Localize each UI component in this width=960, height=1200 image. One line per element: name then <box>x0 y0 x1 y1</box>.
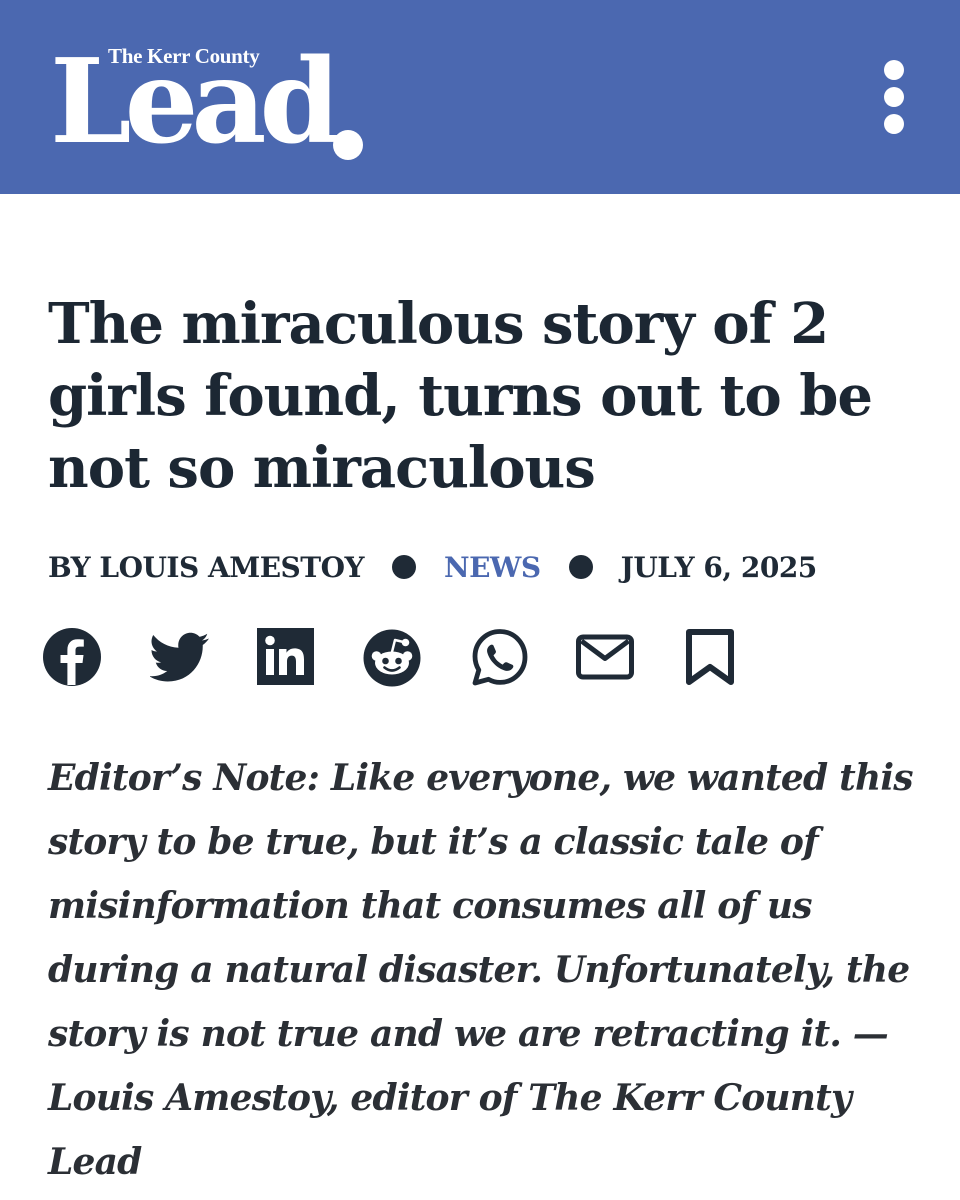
menu-dot <box>884 87 904 107</box>
separator-dot <box>568 555 593 579</box>
site-header: Lead The Kerr County <box>0 0 960 194</box>
bookmark-icon[interactable] <box>680 627 740 687</box>
share-bar <box>42 627 762 689</box>
more-vertical-icon <box>884 60 904 80</box>
more-menu-button[interactable] <box>874 58 914 136</box>
logo-dot <box>333 130 363 160</box>
facebook-icon[interactable] <box>42 627 102 687</box>
article-meta: BY LOUIS AMESTOY NEWS JULY 6, 2025 <box>48 545 817 589</box>
email-icon[interactable] <box>575 627 635 687</box>
category-link[interactable]: NEWS <box>444 551 541 584</box>
byline-author[interactable]: BY LOUIS AMESTOY <box>48 551 364 584</box>
twitter-icon[interactable] <box>150 627 210 687</box>
separator-dot <box>391 555 416 579</box>
logo-tagline: The Kerr County <box>108 44 260 68</box>
site-logo[interactable]: Lead The Kerr County <box>50 34 370 170</box>
reddit-icon[interactable] <box>362 627 422 687</box>
publish-date: JULY 6, 2025 <box>620 550 818 584</box>
whatsapp-icon[interactable] <box>469 627 529 687</box>
editors-note: Editor’s Note: Like everyone, we wanted … <box>48 757 913 1183</box>
linkedin-icon[interactable] <box>256 627 316 687</box>
article-title: The miraculous story of 2 girls found, t… <box>48 291 873 501</box>
menu-dot <box>884 114 904 134</box>
